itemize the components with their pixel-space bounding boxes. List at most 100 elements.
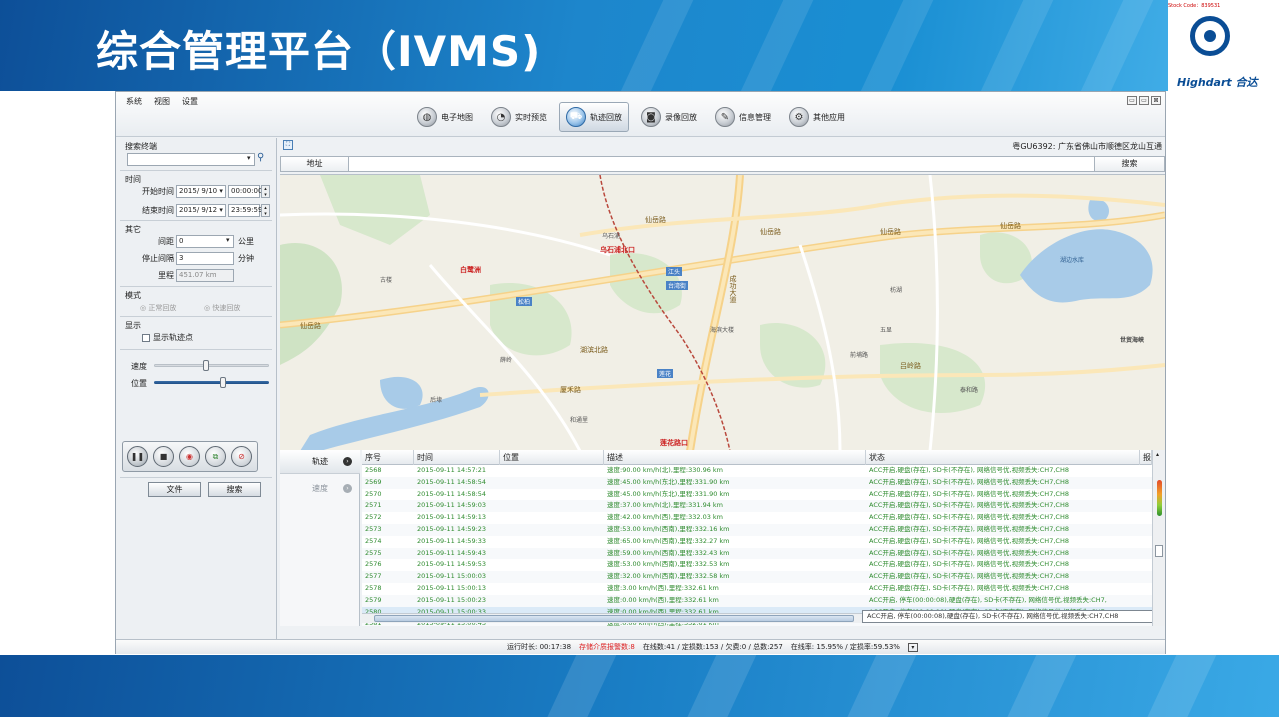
toolbar-button[interactable]: ◔ 实时预览 xyxy=(485,102,553,132)
menu-item[interactable]: 视图 xyxy=(154,96,170,107)
truck-icon[interactable]: ⛟ xyxy=(566,107,586,127)
address-search-row: 地址 搜索 xyxy=(280,156,1165,172)
distance-dropdown-icon[interactable]: ▾ xyxy=(226,236,230,244)
column-header[interactable]: 序号 xyxy=(362,450,414,465)
map-place-label: 台湾街 xyxy=(666,281,689,290)
search-icon[interactable]: ⚲ xyxy=(257,152,264,163)
table-row[interactable]: 2573 2015-09-11 14:59:23 速度:53.00 km/h(西南)… xyxy=(362,524,1152,536)
position-slider[interactable] xyxy=(154,381,269,384)
mileage-label: 里程 xyxy=(158,271,174,280)
checkbox-icon[interactable] xyxy=(142,333,150,342)
table-cell: 速度:53.00 km/h(西南),里程:332.53 km xyxy=(607,560,730,569)
film-icon[interactable]: ◙ xyxy=(641,107,661,127)
toolbar-button[interactable]: ◙ 录像回放 xyxy=(635,102,703,132)
delete-icon[interactable]: ⊘ xyxy=(231,446,252,467)
position-slider-handle[interactable] xyxy=(220,377,226,388)
wrench-icon[interactable]: ✎ xyxy=(715,107,735,127)
end-time-field[interactable]: 23:59:59 xyxy=(228,204,262,217)
speed-label: 速度 xyxy=(131,362,147,371)
table-row[interactable]: 2572 2015-09-11 14:59:13 速度:42.00 km/h(西),… xyxy=(362,512,1152,524)
dropdown-arrow-icon[interactable]: ▾ xyxy=(247,154,251,162)
road-label: 湖滨北路 xyxy=(580,346,608,354)
end-date-picker[interactable]: 2015/ 9/12 ▾ xyxy=(176,204,226,217)
maximize-icon[interactable]: ▭ xyxy=(1139,96,1149,105)
status-menu-icon[interactable]: ▾ xyxy=(907,643,918,652)
record-icon[interactable]: ◉ xyxy=(179,446,200,467)
menu-item[interactable]: 系统 xyxy=(126,96,142,107)
close-icon[interactable]: ⊠ xyxy=(1151,96,1161,105)
column-header[interactable]: 状态 xyxy=(866,450,1140,465)
bottom-tabs: 轨迹 › 速度 › xyxy=(280,450,360,626)
gear-icon[interactable]: ⚙ xyxy=(789,107,809,127)
map-place-label: 泰和路 xyxy=(960,387,979,394)
toolbar-button[interactable]: ⚙ 其他应用 xyxy=(783,102,851,132)
horizontal-scrollbar-thumb[interactable] xyxy=(374,615,854,622)
start-time-spinner[interactable]: ▴ ▾ xyxy=(261,185,270,198)
tab-speed[interactable]: 速度 › xyxy=(280,476,360,500)
table-row[interactable]: 2579 2015-09-11 15:00:23 速度:0.00 km/h(西),里… xyxy=(362,594,1152,607)
vertical-scrollbar[interactable]: ▴ xyxy=(1152,450,1165,626)
stop-icon[interactable]: ■ xyxy=(153,446,174,467)
terminal-search-input[interactable] xyxy=(127,153,255,166)
vertical-scrollbar-thumb[interactable] xyxy=(1155,545,1163,557)
column-header[interactable]: 报 xyxy=(1140,450,1152,465)
toolbar-button-label: 电子地图 xyxy=(441,112,473,122)
table-row[interactable]: 2577 2015-09-11 15:00:03 速度:32.00 km/h(西南)… xyxy=(362,571,1152,583)
mode-normal-radio[interactable]: ◎ 正常回放 xyxy=(140,303,176,313)
playback-controls: ❚❚ ■ ◉ ⧉ ⊘ xyxy=(122,441,258,472)
export-icon[interactable]: ⧉ xyxy=(205,446,226,467)
road-label: 厦禾路 xyxy=(560,386,581,394)
distance-unit: 公里 xyxy=(238,237,254,246)
address-search-button[interactable]: 搜索 xyxy=(1094,157,1164,171)
toolbar-button[interactable]: ⛟ 轨迹回放 xyxy=(559,102,629,132)
stop-interval-input[interactable]: 3 xyxy=(176,252,234,265)
speed-slider[interactable] xyxy=(154,364,269,367)
map-place-label: 江头 xyxy=(666,267,683,276)
show-track-points-label: 显示轨迹点 xyxy=(153,333,193,342)
address-input[interactable] xyxy=(351,157,1091,171)
table-row[interactable]: 2578 2015-09-11 15:00:13 速度:3.00 km/h(西),里… xyxy=(362,583,1152,595)
table-row[interactable]: 2575 2015-09-11 14:59:43 速度:59.00 km/h(西南)… xyxy=(362,547,1152,560)
table-cell: 2015-09-11 14:59:33 xyxy=(417,536,487,545)
stop-interval-label: 停止间隔 xyxy=(142,254,174,263)
column-header[interactable]: 位置 xyxy=(500,450,604,465)
storage-alarm-status[interactable]: 存储介质报警数:8 xyxy=(579,640,635,655)
show-track-points-checkbox[interactable]: 显示轨迹点 xyxy=(142,332,193,343)
pause-icon[interactable]: ❚❚ xyxy=(127,446,148,467)
menu-item[interactable]: 设置 xyxy=(182,96,198,107)
column-header[interactable]: 描述 xyxy=(604,450,866,465)
search-button[interactable]: 搜索 xyxy=(208,482,261,497)
camera-icon[interactable]: ◔ xyxy=(491,107,511,127)
speed-slider-handle[interactable] xyxy=(202,360,209,371)
scroll-up-icon[interactable]: ▴ xyxy=(1156,451,1159,458)
file-button[interactable]: 文件 xyxy=(148,482,201,497)
table-row[interactable]: 2574 2015-09-11 14:59:33 速度:65.00 km/h(西南)… xyxy=(362,536,1152,548)
road-label: 仙岳路 xyxy=(645,216,666,224)
toolbar-button-label: 录像回放 xyxy=(665,112,697,122)
end-time-spinner[interactable]: ▴ ▾ xyxy=(261,204,270,217)
table-row[interactable]: 2570 2015-09-11 14:58:54 速度:45.00 km/h(东北)… xyxy=(362,489,1152,501)
chevron-right-icon: › xyxy=(343,457,352,466)
map-canvas xyxy=(280,175,1165,450)
mode-fast-radio[interactable]: ◎ 快速回放 xyxy=(204,303,240,313)
toolbar-button[interactable]: ✎ 信息管理 xyxy=(709,102,777,132)
minimize-icon[interactable]: ▭ xyxy=(1127,96,1137,105)
table-cell: 2015-09-11 14:58:54 xyxy=(417,489,487,498)
map-marker-label: 白鹭洲 xyxy=(460,266,481,274)
horizontal-scrollbar[interactable] xyxy=(362,613,862,623)
other-header: 其它 xyxy=(125,225,141,234)
fullscreen-icon[interactable]: ⛶ xyxy=(283,140,293,150)
start-date-picker[interactable]: 2015/ 9/10 ▾ xyxy=(176,185,226,198)
toolbar-button[interactable]: ◍ 电子地图 xyxy=(411,102,479,132)
column-header[interactable]: 时间 xyxy=(414,450,500,465)
tab-track[interactable]: 轨迹 › xyxy=(280,450,360,474)
table-row[interactable]: 2568 2015-09-11 14:57:21 速度:90.00 km/h(北),… xyxy=(362,465,1152,477)
start-time-field[interactable]: 00:00:00 xyxy=(228,185,262,198)
table-row[interactable]: 2571 2015-09-11 14:59:03 速度:37.00 km/h(北),… xyxy=(362,500,1152,513)
globe-icon[interactable]: ◍ xyxy=(417,107,437,127)
map-view[interactable]: 仙岳路 仙岳路 仙岳路 仙岳路 仙岳路 吕岭路 成功大道 厦禾路 湖滨北路 湖边… xyxy=(280,174,1165,450)
table-row[interactable]: 2569 2015-09-11 14:58:54 速度:45.00 km/h(东北)… xyxy=(362,476,1152,489)
table-row[interactable]: 2576 2015-09-11 14:59:53 速度:53.00 km/h(西南)… xyxy=(362,559,1152,571)
toolbar-button-label: 其他应用 xyxy=(813,112,845,122)
table-cell: 2577 xyxy=(365,572,382,581)
